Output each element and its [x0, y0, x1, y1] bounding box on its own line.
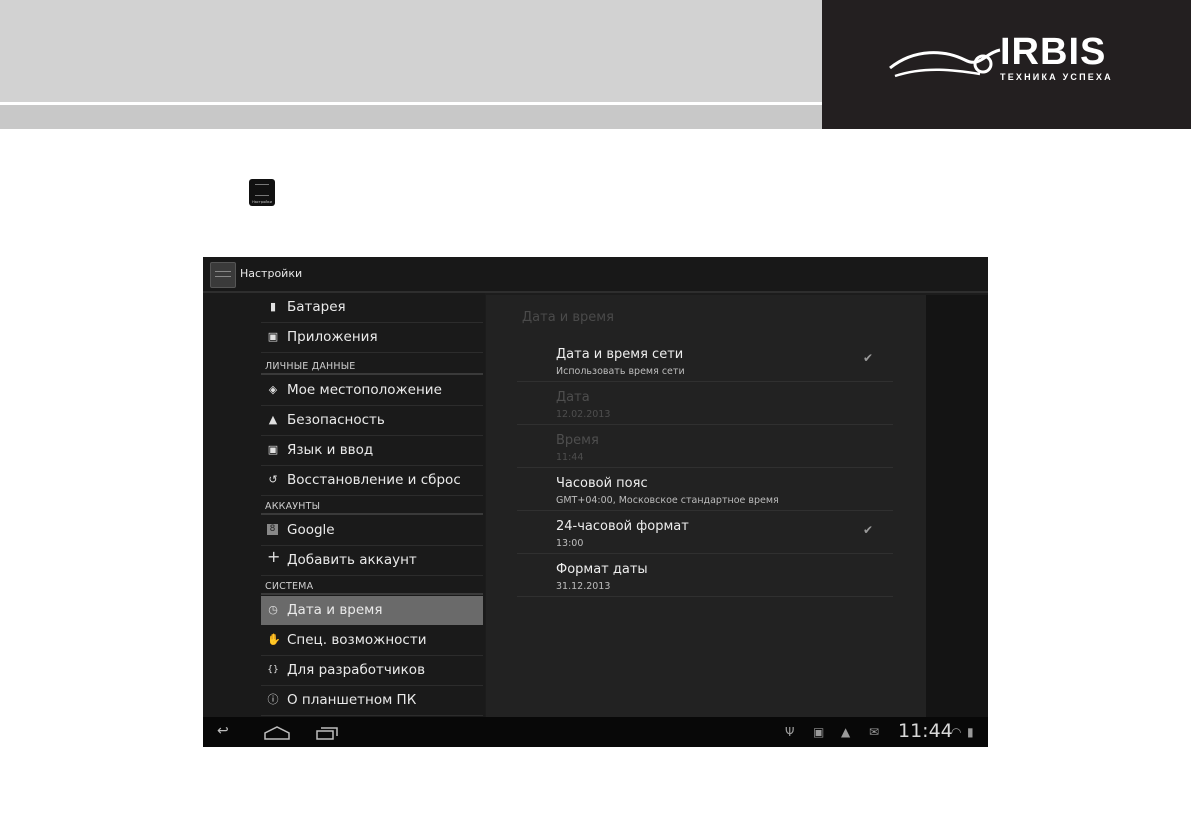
gallery-notification-icon: ▣ [813, 725, 825, 739]
section-divider [261, 593, 483, 595]
tablet-screenshot: Настройки ▮ Батарея ▣ Приложения ЛИЧНЫЕ … [203, 257, 988, 747]
sidebar-item-label: Язык и ввод [287, 442, 374, 458]
setting-title: 24-часовой формат [556, 519, 689, 534]
apps-icon: ▣ [267, 330, 279, 343]
sidebar-item-label: О планшетном ПК [287, 692, 417, 708]
status-clock: 11:44 [898, 720, 953, 742]
sidebar-item-battery[interactable]: ▮ Батарея [261, 293, 483, 323]
clock-icon: ◷ [268, 603, 278, 616]
braces-icon: {} [267, 665, 279, 675]
setting-title: Часовой пояс [556, 476, 648, 491]
setting-summary: GMT+04:00, Московское стандартное время [556, 495, 779, 506]
hand-icon: ✋ [267, 633, 281, 646]
recent-apps-icon[interactable] [316, 726, 338, 740]
setting-title: Дата [556, 390, 590, 405]
sidebar-item-accessibility[interactable]: ✋ Спец. возможности [261, 626, 483, 656]
sidebar-item-label: Батарея [287, 299, 346, 315]
setting-row-network-time[interactable]: Дата и время сети Использовать время сет… [517, 339, 893, 382]
sidebar-item-backup-reset[interactable]: ↺ Восстановление и сброс [261, 466, 483, 496]
sidebar-item-google[interactable]: 8 Google [261, 516, 483, 546]
battery-status-icon: ▮ [967, 725, 974, 739]
right-edge [926, 295, 988, 717]
setting-title: Формат даты [556, 562, 648, 577]
setting-row-time: Время 11:44 [517, 425, 893, 468]
setting-summary: 13:00 [556, 538, 584, 549]
sidebar-item-about[interactable]: ⓘ О планшетном ПК [261, 686, 483, 716]
setting-title: Время [556, 433, 599, 448]
settings-app-icon: Настройки [249, 179, 275, 206]
lock-icon: ▲ [268, 413, 278, 426]
section-header-system: СИСТЕМА [265, 581, 314, 592]
info-icon: ⓘ [267, 693, 279, 706]
settings-sliders-icon [255, 184, 269, 196]
wifi-icon: ◠ [951, 725, 962, 739]
setting-summary: Использовать время сети [556, 366, 685, 377]
warning-icon: ▲ [841, 725, 851, 739]
sidebar-item-developer[interactable]: {} Для разработчиков [261, 656, 483, 686]
action-bar: Настройки [203, 257, 988, 293]
checkbox-checked-icon[interactable]: ✔ [863, 351, 873, 365]
header-band [0, 0, 822, 102]
sidebar-item-label: Мое местоположение [287, 382, 442, 398]
setting-row-24h-format[interactable]: 24-часовой формат 13:00 ✔ [517, 511, 893, 554]
section-divider [261, 373, 483, 375]
sidebar-item-label: Восстановление и сброс [287, 472, 461, 488]
settings-app-icon-label: Настройки [252, 200, 272, 204]
back-icon[interactable]: ↩ [217, 723, 229, 739]
sidebar-item-label: Безопасность [287, 412, 385, 428]
setting-title: Дата и время сети [556, 347, 684, 362]
restore-icon: ↺ [268, 473, 278, 486]
app-title: Настройки [240, 267, 303, 280]
plus-icon: + [267, 547, 281, 566]
sidebar-item-date-time[interactable]: ◷ Дата и время [261, 596, 483, 625]
section-divider [261, 513, 483, 515]
header-subband [0, 105, 822, 129]
sidebar-item-label: Добавить аккаунт [287, 552, 417, 568]
sidebar-item-label: Для разработчиков [287, 662, 426, 678]
sidebar-item-location[interactable]: ◈ Мое местоположение [261, 376, 483, 406]
sidebar-item-apps[interactable]: ▣ Приложения [261, 323, 483, 353]
sidebar-item-label: Google [287, 522, 335, 538]
brand-tagline: ТЕХНИКА УСПЕХА [1000, 72, 1113, 82]
date-time-panel: Дата и время Дата и время сети Использов… [486, 295, 926, 717]
settings-sidebar: ▮ Батарея ▣ Приложения ЛИЧНЫЕ ДАННЫЕ ◈ М… [203, 293, 485, 717]
panel-title: Дата и время [522, 310, 614, 325]
section-header-personal: ЛИЧНЫЕ ДАННЫЕ [265, 361, 356, 372]
brand-name: IRBIS [1000, 31, 1107, 73]
setting-row-timezone[interactable]: Часовой пояс GMT+04:00, Московское станд… [517, 468, 893, 511]
checkbox-checked-icon[interactable]: ✔ [863, 523, 873, 537]
setting-summary: 11:44 [556, 452, 584, 463]
sidebar-item-label: Дата и время [287, 602, 383, 618]
email-notification-icon: ✉ [869, 725, 880, 739]
location-icon: ◈ [268, 383, 278, 396]
sidebar-item-language[interactable]: ▣ Язык и ввод [261, 436, 483, 466]
setting-summary: 12.02.2013 [556, 409, 611, 420]
system-bar: ↩ Ψ ▣ ▲ ✉ 11:44 ◠ ▮ [203, 717, 988, 747]
sidebar-item-label: Спец. возможности [287, 632, 427, 648]
settings-icon[interactable] [210, 262, 236, 288]
section-header-accounts: АККАУНТЫ [265, 501, 321, 512]
sidebar-item-label: Приложения [287, 329, 378, 345]
setting-row-date: Дата 12.02.2013 [517, 382, 893, 425]
usb-icon: Ψ [785, 725, 795, 739]
setting-row-date-format[interactable]: Формат даты 31.12.2013 [517, 554, 893, 597]
keyboard-icon: ▣ [267, 443, 279, 456]
sidebar-item-add-account[interactable]: + Добавить аккаунт [261, 546, 483, 576]
home-icon[interactable] [264, 726, 290, 740]
sidebar-item-security[interactable]: ▲ Безопасность [261, 406, 483, 436]
battery-icon: ▮ [269, 300, 277, 313]
setting-summary: 31.12.2013 [556, 581, 611, 592]
google-icon: 8 [267, 524, 278, 535]
